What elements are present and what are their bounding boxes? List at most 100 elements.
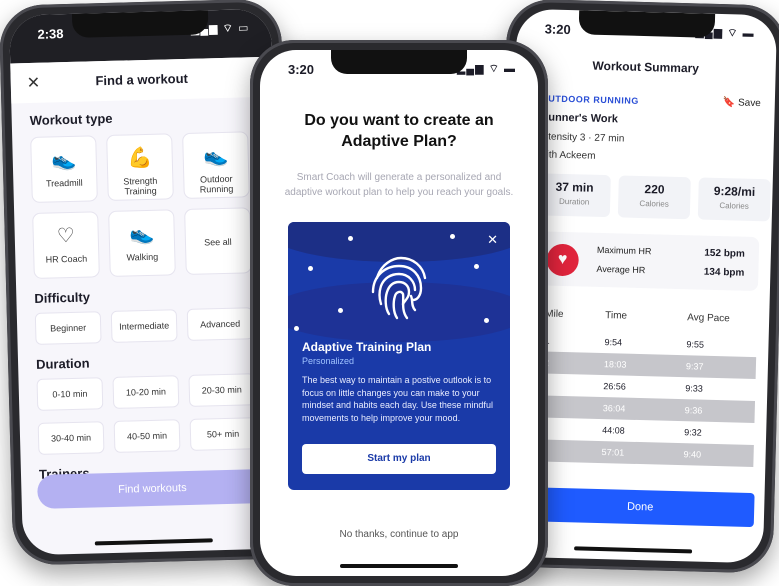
page-title: Workout Summary (592, 58, 700, 76)
stat-pace: 9:28/mi Calories (697, 177, 771, 222)
stat-label: Calories (639, 198, 669, 209)
avg-hr-value: 134 bpm (703, 266, 745, 279)
star-dot (474, 264, 479, 269)
pace-cell: 9:37 (685, 361, 704, 372)
difficulty-beginner[interactable]: Beginner (34, 311, 102, 345)
time-cell: 44:08 (602, 425, 625, 436)
page-title: Find a workout (95, 70, 189, 89)
star-dot (484, 318, 489, 323)
pace-cell: 9:33 (685, 383, 703, 394)
find-workouts-button[interactable]: Find workouts (37, 468, 268, 509)
home-indicator[interactable] (340, 564, 458, 568)
table-row: 6 57:01 9:40 (531, 439, 754, 468)
find-workout-screen: 2:38 ▂▄▆ ⌔ ▭ ✕ Find a workout Workout ty… (8, 8, 286, 556)
time-cell: 57:01 (601, 447, 625, 458)
workout-type-hr-coach[interactable]: ♡ HR Coach (32, 211, 100, 279)
avg-hr-label: Average HR (596, 263, 646, 276)
workout-intensity: Intensity 3 · 27 min (539, 131, 625, 145)
workout-type-label: Walking (126, 251, 159, 263)
strength-icon: 💪 (127, 146, 153, 170)
column-header: Avg Pace (687, 312, 730, 325)
time-cell: 36:04 (602, 403, 626, 414)
workout-type-label: Strength Training (123, 175, 158, 197)
workout-type-see-all[interactable]: See all (184, 207, 252, 275)
adaptive-plan-card: ✕ Adaptive Training Plan Personalized Th… (288, 222, 510, 490)
adaptive-plan-screen: 3:20 ▂▄▆ ⌔ ▬ Do you want to create an Ad… (260, 50, 538, 576)
workout-category: OUTDOOR RUNNING (540, 93, 639, 106)
stat-value: 220 (644, 182, 665, 197)
fingerprint-icon (371, 256, 427, 320)
start-my-plan-button[interactable]: Start my plan (302, 444, 496, 474)
duration-10-20[interactable]: 10-20 min (112, 375, 180, 409)
stat-value: 37 min (555, 179, 594, 195)
status-time: 3:20 (544, 21, 571, 38)
pace-cell: 9:36 (684, 405, 703, 416)
status-time: 2:38 (37, 26, 64, 42)
workout-type-strength[interactable]: 💪 Strength Training (106, 133, 174, 201)
heart-icon: ♡ (56, 224, 76, 248)
adaptive-plan-description: Smart Coach will generate a personalized… (284, 172, 514, 198)
workout-type-label: See all (204, 236, 232, 248)
max-hr-value: 152 bpm (704, 247, 746, 260)
time-cell: 18:03 (603, 359, 627, 370)
duration-heading: Duration (35, 355, 90, 372)
find-workout-header: ✕ Find a workout (10, 56, 274, 104)
adaptive-plan-question: Do you want to create an Adaptive Plan? (304, 112, 494, 150)
home-indicator[interactable] (574, 546, 693, 554)
workout-type-label: HR Coach (45, 253, 88, 265)
duration-20-30[interactable]: 20-30 min (188, 373, 256, 407)
difficulty-intermediate[interactable]: Intermediate (110, 309, 178, 343)
close-icon[interactable]: ✕ (487, 232, 498, 248)
star-dot (338, 308, 343, 313)
star-dot (308, 266, 313, 271)
card-subtitle: Personalized (302, 356, 355, 366)
duration-40-50[interactable]: 40-50 min (113, 419, 181, 453)
workout-type-outdoor-running[interactable]: 👟 Outdoor Running (182, 131, 250, 200)
workout-name: Runner's Work (540, 111, 619, 126)
save-label: Save (737, 97, 761, 110)
duration-30-40[interactable]: 30-40 min (37, 421, 105, 455)
pace-cell: 9:40 (683, 449, 702, 460)
phone-notch (578, 10, 716, 38)
phone-notch (331, 50, 467, 74)
pace-cell: 9:55 (686, 339, 705, 350)
save-button[interactable]: 🔖 Save (723, 97, 761, 109)
stat-label: Duration (558, 196, 590, 207)
star-dot (294, 326, 299, 331)
time-cell: 26:56 (603, 381, 627, 392)
stat-value: 9:28/mi (713, 183, 756, 199)
time-cell: 9:54 (604, 337, 623, 348)
workout-type-label: Treadmill (45, 177, 83, 189)
duration-50-plus[interactable]: 50+ min (189, 417, 257, 451)
status-time: 3:20 (288, 62, 315, 77)
pace-cell: 9:32 (684, 427, 702, 438)
running-shoe-icon: 👟 (202, 144, 229, 168)
walking-shoe-icon: 👟 (129, 222, 155, 246)
bookmark-icon: 🔖 (722, 97, 736, 109)
adaptive-plan-phone: 3:20 ▂▄▆ ⌔ ▬ Do you want to create an Ad… (250, 40, 548, 586)
star-dot (348, 236, 353, 241)
heart-rate-card: ♥ Maximum HR 152 bpm Average HR 134 bpm (535, 231, 760, 292)
card-title: Adaptive Training Plan (302, 340, 432, 354)
star-dot (450, 234, 455, 239)
stat-label: Calories (719, 201, 749, 211)
stat-calories: 220 Calories (617, 175, 691, 220)
stat-duration: 37 min Duration (537, 173, 611, 218)
workout-type-walking[interactable]: 👟 Walking (108, 209, 176, 277)
splits-table: Mile Time Avg Pace 1 9:54 9:55 2 18:03 9… (531, 299, 757, 468)
done-button[interactable]: Done (525, 487, 755, 528)
no-thanks-link[interactable]: No thanks, continue to app (260, 529, 538, 540)
heart-icon: ♥ (546, 243, 580, 277)
workout-type-heading: Workout type (29, 110, 113, 129)
duration-0-10[interactable]: 0-10 min (36, 377, 104, 411)
phone-notch (71, 10, 209, 38)
difficulty-heading: Difficulty (34, 289, 91, 306)
treadmill-icon: 👟 (51, 148, 77, 172)
max-hr-label: Maximum HR (596, 244, 652, 257)
column-header: Time (605, 310, 628, 322)
difficulty-advanced[interactable]: Advanced (186, 307, 254, 341)
home-indicator[interactable] (94, 538, 213, 546)
workout-type-treadmill[interactable]: 👟 Treadmill (30, 135, 98, 203)
card-body: The best way to maintain a postive outlo… (302, 375, 493, 423)
workout-type-label: Outdoor Running (199, 173, 234, 195)
